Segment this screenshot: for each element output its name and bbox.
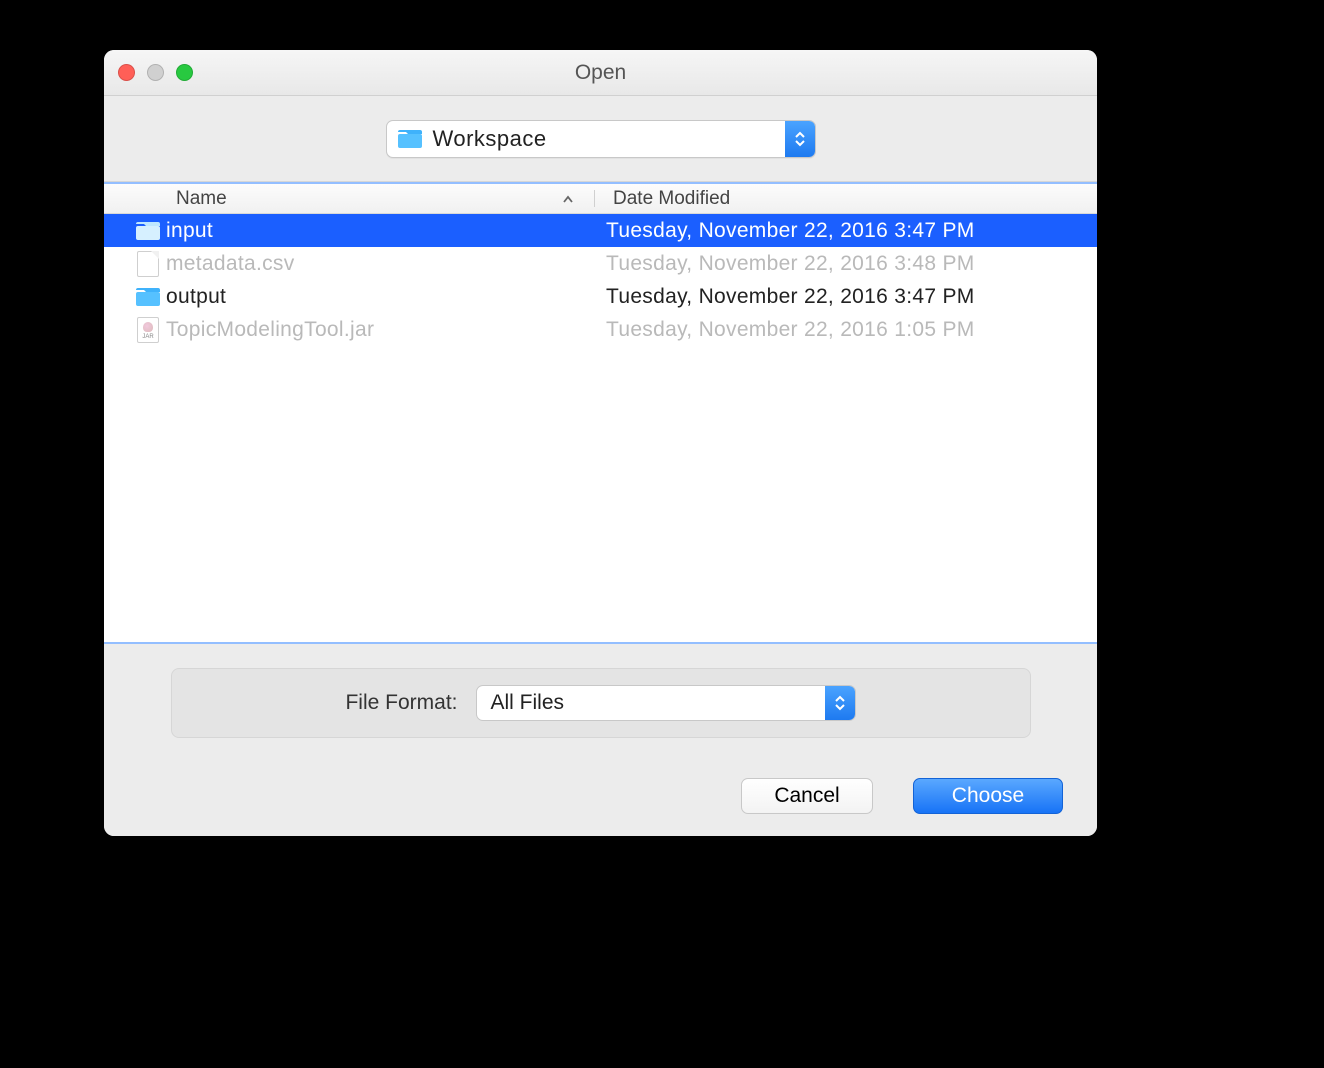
file-date-modified: Tuesday, November 22, 2016 3:47 PM <box>606 219 1097 243</box>
file-date-modified: Tuesday, November 22, 2016 1:05 PM <box>606 318 1097 342</box>
location-bar: Workspace <box>104 96 1097 182</box>
file-format-label: File Format: <box>345 691 457 715</box>
folder-icon <box>130 221 166 241</box>
file-format-value: All Files <box>491 691 565 715</box>
file-name: TopicModelingTool.jar <box>166 318 606 342</box>
file-date-modified: Tuesday, November 22, 2016 3:47 PM <box>606 285 1097 309</box>
current-folder-label: Workspace <box>433 126 547 152</box>
file-browser: Name Date Modified inputTuesday, Novembe… <box>104 182 1097 644</box>
column-headers: Name Date Modified <box>104 184 1097 214</box>
column-header-name-label: Name <box>176 188 227 210</box>
window-title: Open <box>104 61 1097 85</box>
file-date-modified: Tuesday, November 22, 2016 3:48 PM <box>606 252 1097 276</box>
dropdown-arrows-icon <box>825 686 855 720</box>
column-header-name[interactable]: Name <box>104 188 594 210</box>
dropdown-arrows-icon <box>785 121 815 157</box>
cancel-button[interactable]: Cancel <box>741 778 873 814</box>
bottom-panel: File Format: All Files Cancel Choose <box>104 644 1097 836</box>
choose-button[interactable]: Choose <box>913 778 1063 814</box>
folder-icon <box>130 287 166 307</box>
jar-file-icon: JAR <box>130 317 166 343</box>
choose-button-label: Choose <box>952 784 1024 808</box>
column-header-date[interactable]: Date Modified <box>595 188 1097 210</box>
file-name: output <box>166 285 606 309</box>
open-dialog: Open Workspace Name Da <box>104 50 1097 836</box>
file-format-dropdown[interactable]: All Files <box>476 685 856 721</box>
file-row[interactable]: metadata.csvTuesday, November 22, 2016 3… <box>104 247 1097 280</box>
titlebar: Open <box>104 50 1097 96</box>
file-row[interactable]: outputTuesday, November 22, 2016 3:47 PM <box>104 280 1097 313</box>
file-name: input <box>166 219 606 243</box>
column-header-date-label: Date Modified <box>613 188 730 209</box>
current-folder-dropdown[interactable]: Workspace <box>386 120 816 158</box>
document-icon <box>130 251 166 277</box>
sort-asc-icon <box>562 188 574 210</box>
dialog-buttons: Cancel Choose <box>104 738 1097 814</box>
folder-icon <box>397 129 423 149</box>
file-row[interactable]: JARTopicModelingTool.jarTuesday, Novembe… <box>104 313 1097 346</box>
file-format-row: File Format: All Files <box>171 668 1031 738</box>
file-name: metadata.csv <box>166 252 606 276</box>
cancel-button-label: Cancel <box>774 784 839 808</box>
file-list: inputTuesday, November 22, 2016 3:47 PMm… <box>104 214 1097 642</box>
file-row[interactable]: inputTuesday, November 22, 2016 3:47 PM <box>104 214 1097 247</box>
